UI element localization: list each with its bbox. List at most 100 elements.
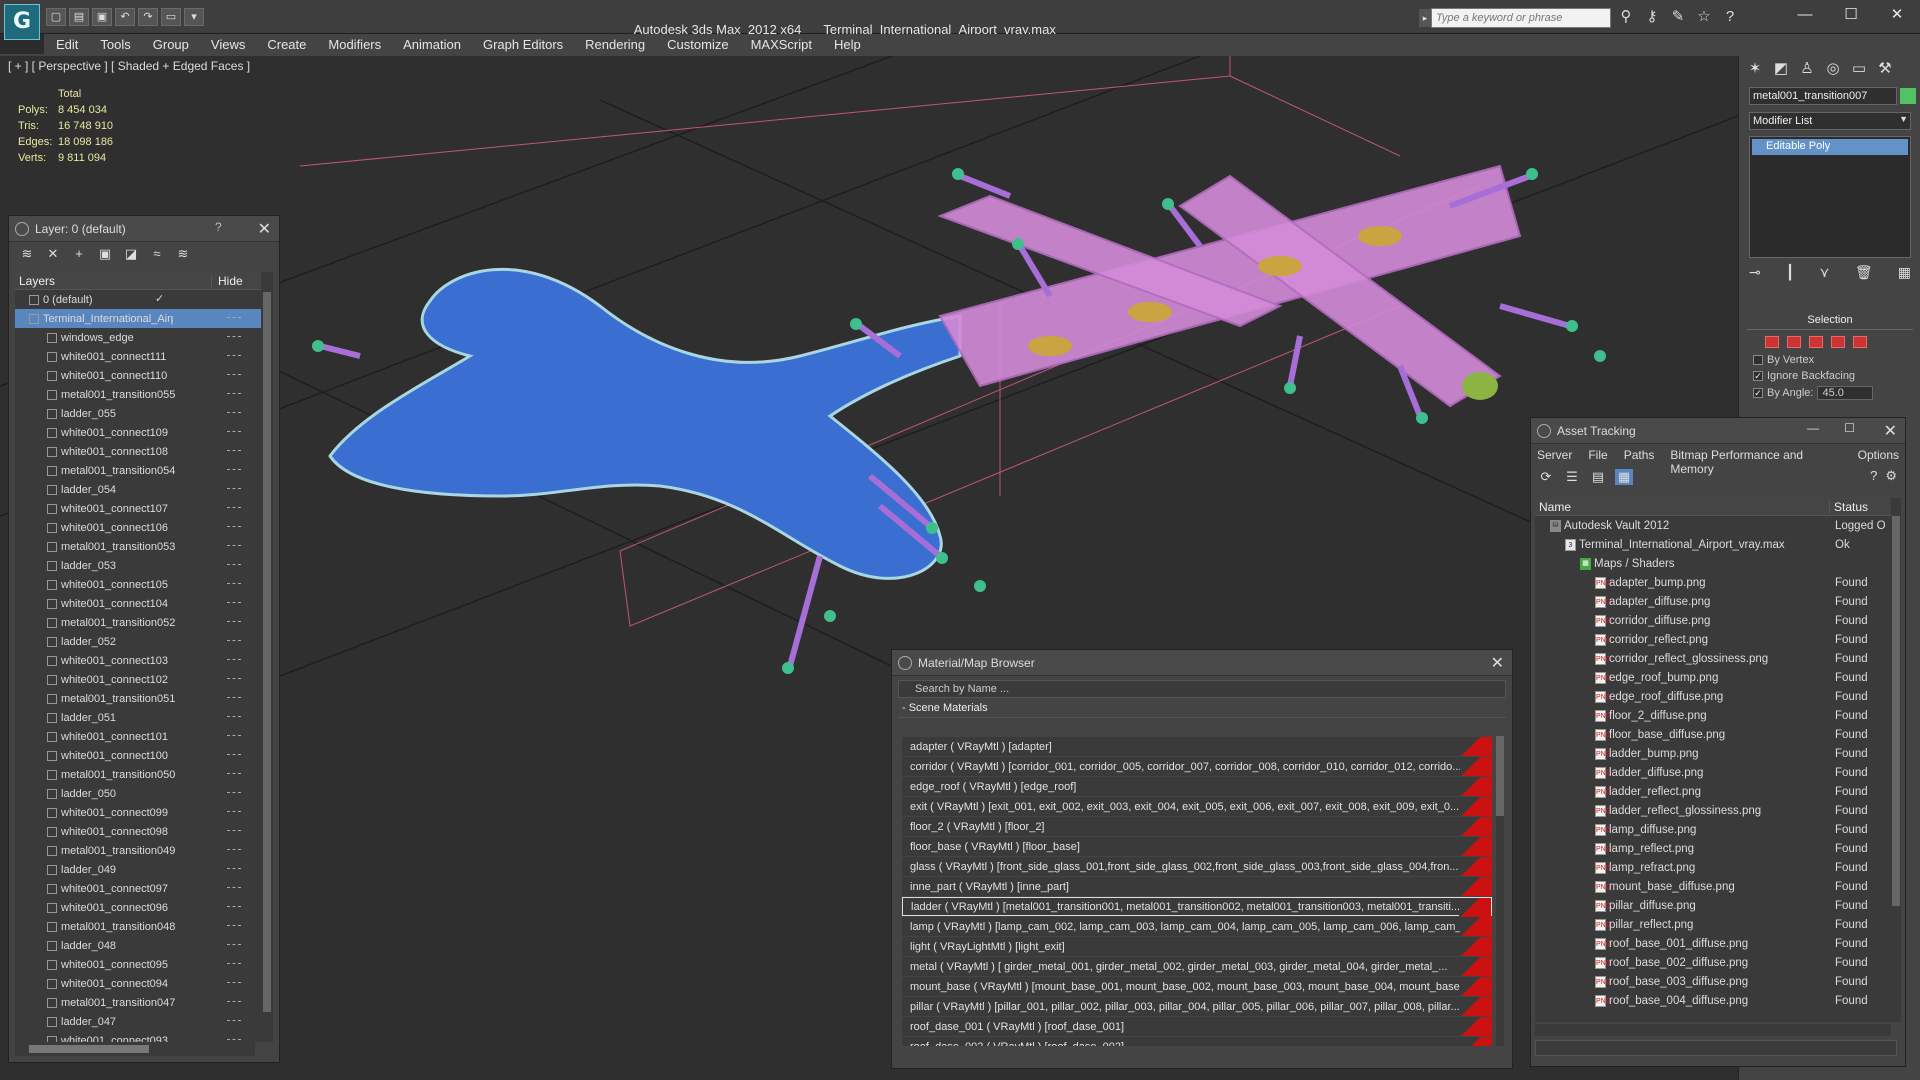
hide-toggle[interactable] — [227, 754, 241, 755]
material-row[interactable]: adapter ( VRayMtl ) [adapter] — [902, 737, 1492, 756]
layer-object-row[interactable]: metal001_transition055 — [15, 385, 261, 404]
material-row[interactable]: exit ( VRayMtl ) [exit_001, exit_002, ex… — [902, 797, 1492, 816]
layer-object-row[interactable]: metal001_transition048 — [15, 917, 261, 936]
by-vertex-checkbox[interactable]: By Vertex — [1753, 354, 1814, 366]
close-icon[interactable]: ✕ — [258, 219, 271, 239]
layer-object-row[interactable]: metal001_transition050 — [15, 765, 261, 784]
checkbox-icon[interactable] — [1753, 355, 1763, 365]
hide-toggle[interactable] — [227, 792, 241, 793]
hide-toggle[interactable] — [227, 545, 241, 546]
asset-row[interactable]: PNG pillar_reflect.png Found — [1535, 915, 1891, 934]
material-row[interactable]: roof_dase_001 ( VRayMtl ) [roof_dase_001… — [902, 1017, 1492, 1036]
detail-view-icon[interactable]: ▤ — [1589, 469, 1607, 485]
polygon-icon[interactable] — [1831, 336, 1845, 348]
asset-row[interactable]: PNG floor_base_diffuse.png Found — [1535, 725, 1891, 744]
hide-toggle[interactable] — [227, 868, 241, 869]
layer-object-row[interactable]: white001_connect100 — [15, 746, 261, 765]
hide-toggle[interactable] — [227, 507, 241, 508]
material-row[interactable]: edge_roof ( VRayMtl ) [edge_roof] — [902, 777, 1492, 796]
layer-object-row[interactable]: white001_connect102 — [15, 670, 261, 689]
menu-server[interactable]: Server — [1537, 448, 1572, 462]
asset-row[interactable]: PNG roof_base_004_diffuse.png Found — [1535, 991, 1891, 1010]
by-angle-checkbox[interactable]: ✓ By Angle: 45.0 — [1753, 386, 1874, 400]
material-row[interactable]: mount_base ( VRayMtl ) [mount_base_001, … — [902, 977, 1492, 996]
column-layers[interactable]: Layers — [15, 274, 211, 288]
asset-horizontal-scrollbar[interactable] — [1535, 1024, 1891, 1036]
menu-rendering[interactable]: Rendering — [585, 37, 645, 52]
border-icon[interactable] — [1809, 336, 1823, 348]
material-row[interactable]: corridor ( VRayMtl ) [corridor_001, corr… — [902, 757, 1492, 776]
minimize-icon[interactable]: — — [1782, 0, 1828, 30]
layer-object-row[interactable]: ladder_055 — [15, 404, 261, 423]
menu-bitmap-performance[interactable]: Bitmap Performance and Memory — [1670, 448, 1841, 476]
element-icon[interactable] — [1853, 336, 1867, 348]
layer-object-row[interactable]: metal001_transition051 — [15, 689, 261, 708]
modifier-list-dropdown[interactable]: Modifier List ▼ — [1749, 112, 1911, 130]
menu-paths[interactable]: Paths — [1624, 448, 1655, 462]
display-tab-icon[interactable]: ▭ — [1849, 59, 1869, 79]
column-hide[interactable]: Hide — [211, 273, 243, 288]
layer-object-row[interactable]: ladder_050 — [15, 784, 261, 803]
hide-toggle[interactable] — [227, 469, 241, 470]
select-objects-icon[interactable]: ▣ — [97, 246, 113, 262]
create-tab-icon[interactable]: ✶ — [1745, 59, 1765, 79]
scrollbar-thumb[interactable] — [29, 1045, 149, 1053]
material-row[interactable]: floor_base ( VRayMtl ) [floor_base] — [902, 837, 1492, 856]
material-row[interactable]: light ( VRayLightMtl ) [light_exit] — [902, 937, 1492, 956]
material-browser-titlebar[interactable]: Material/Map Browser — [892, 650, 1512, 676]
hide-toggle[interactable]: ✓ — [155, 292, 169, 305]
material-search-input[interactable]: Search by Name ... — [898, 680, 1506, 698]
maximize-icon[interactable]: ☐ — [1844, 421, 1855, 435]
stack-item-editable-poly[interactable]: Editable Poly — [1752, 139, 1908, 155]
hide-toggle[interactable] — [227, 1001, 241, 1002]
menu-create[interactable]: Create — [267, 37, 306, 52]
layer-object-row[interactable]: ladder_051 — [15, 708, 261, 727]
hide-toggle[interactable] — [227, 488, 241, 489]
layer-object-row[interactable]: white001_connect094 — [15, 974, 261, 993]
show-end-result-icon[interactable]: ┃ — [1786, 264, 1794, 281]
close-icon[interactable]: ✕ — [1884, 421, 1897, 441]
material-row[interactable]: pillar ( VRayMtl ) [pillar_001, pillar_0… — [902, 997, 1492, 1016]
close-icon[interactable]: ✕ — [1491, 653, 1504, 673]
layer-object-row[interactable]: windows_edge — [15, 328, 261, 347]
asset-row[interactable]: PNG lamp_refract.png Found — [1535, 858, 1891, 877]
hide-toggle[interactable] — [227, 849, 241, 850]
layer-object-row[interactable]: white001_connect098 — [15, 822, 261, 841]
hide-toggle[interactable] — [227, 735, 241, 736]
hide-toggle[interactable] — [227, 431, 241, 432]
hide-toggle[interactable] — [227, 317, 241, 318]
asset-row[interactable]: ▦ Maps / Shaders — [1535, 554, 1891, 573]
asset-row[interactable]: 3 Terminal_International_Airport_vray.max… — [1535, 535, 1891, 554]
layer-object-row[interactable]: white001_connect108 — [15, 442, 261, 461]
hide-toggle[interactable] — [227, 925, 241, 926]
hide-toggle[interactable] — [227, 811, 241, 812]
help-icon[interactable]: ? — [1720, 8, 1740, 26]
menu-animation[interactable]: Animation — [403, 37, 461, 52]
object-color-swatch[interactable] — [1900, 88, 1916, 104]
dropdown-icon[interactable]: ▾ — [184, 8, 204, 26]
hide-toggle[interactable] — [227, 583, 241, 584]
hide-toggle[interactable] — [227, 355, 241, 356]
material-row[interactable]: lamp ( VRayMtl ) [lamp_cam_002, lamp_cam… — [902, 917, 1492, 936]
layer-row[interactable]: Terminal_International_Airport — [15, 309, 261, 328]
menu-help[interactable]: Help — [834, 37, 861, 52]
hide-toggle[interactable] — [227, 602, 241, 603]
scene-materials-group[interactable]: - Scene Materials — [898, 702, 1506, 718]
angle-value-field[interactable]: 45.0 — [1817, 386, 1874, 400]
hide-toggle[interactable] — [227, 887, 241, 888]
asset-row[interactable]: PNG lamp_diffuse.png Found — [1535, 820, 1891, 839]
layer-object-row[interactable]: white001_connect097 — [15, 879, 261, 898]
layer-object-row[interactable]: ladder_053 — [15, 556, 261, 575]
hide-toggle[interactable] — [227, 944, 241, 945]
ignore-backfacing-checkbox[interactable]: ✓ Ignore Backfacing — [1753, 370, 1855, 382]
asset-row[interactable]: PNG pillar_diffuse.png Found — [1535, 896, 1891, 915]
hide-toggle[interactable] — [227, 450, 241, 451]
layer-horizontal-scrollbar[interactable] — [15, 1042, 255, 1056]
asset-row[interactable]: PNG corridor_reflect_glossiness.png Found — [1535, 649, 1891, 668]
asset-row[interactable]: PNG adapter_bump.png Found — [1535, 573, 1891, 592]
vertex-icon[interactable] — [1765, 336, 1779, 348]
hide-toggle[interactable] — [227, 716, 241, 717]
search-expand-icon[interactable]: ▸ — [1419, 9, 1431, 27]
layer-object-row[interactable]: white001_connect103 — [15, 651, 261, 670]
material-row[interactable]: metal ( VRayMtl ) [ girder_metal_001, gi… — [902, 957, 1492, 976]
